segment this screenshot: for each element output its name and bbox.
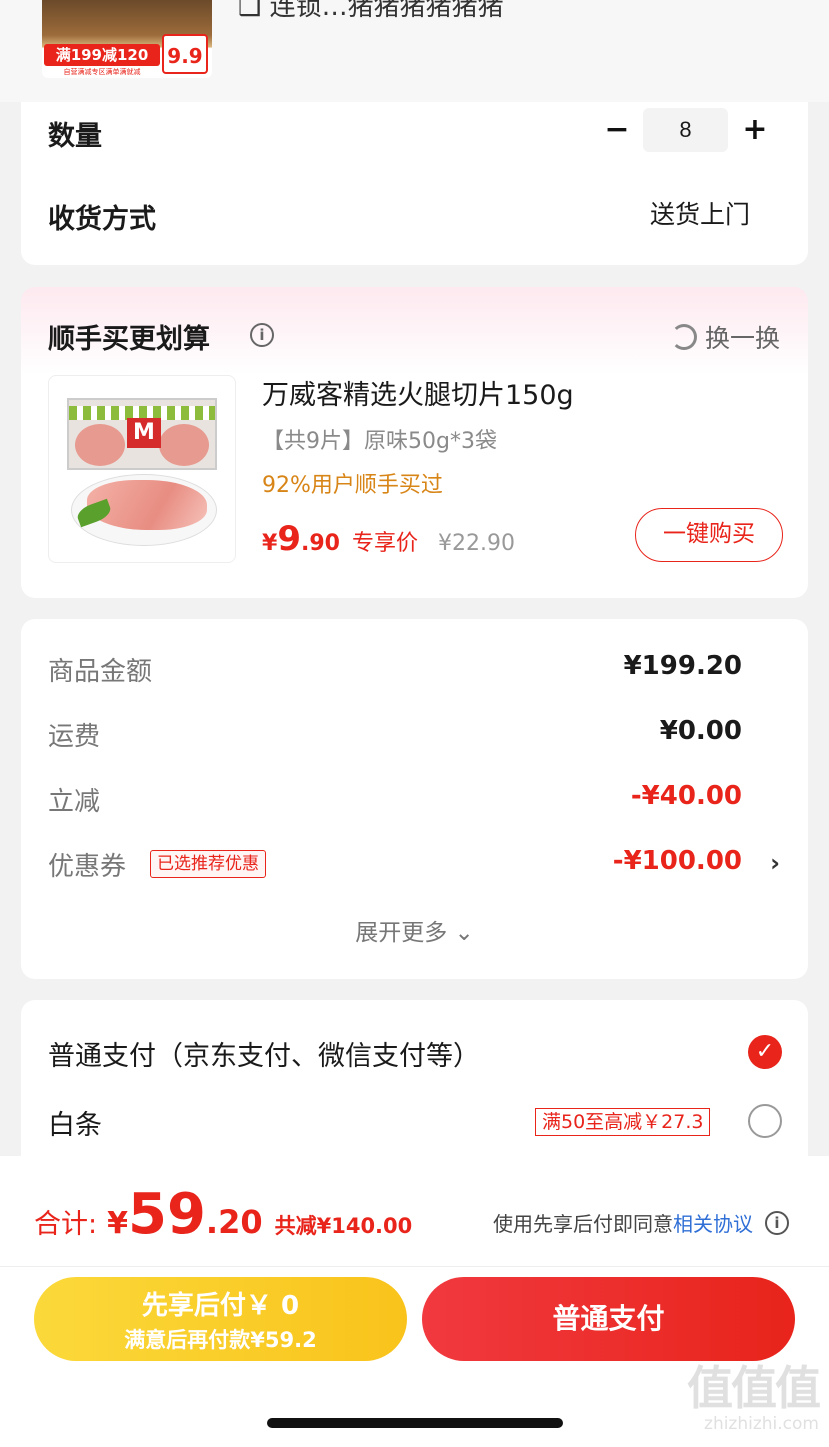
top-product-strip: 满199减120 自营满减专区满单满就减 9.9 ❑ 连锁…猪猪猪猪猪猪 — [0, 0, 829, 102]
agreement-note: 使用先享后付即同意 相关协议 i — [493, 1208, 789, 1237]
standard-payment-label[interactable]: 普通支付（京东支付、微信支付等） — [48, 1034, 480, 1073]
info-icon[interactable]: i — [765, 1210, 789, 1235]
promo-badge: 满199减120 — [44, 44, 160, 66]
agreement-text: 使用先享后付即同意 — [493, 1212, 673, 1236]
quantity-label: 数量 — [48, 121, 102, 152]
order-total: 合计: ¥ 59 .20 共减¥140.00 — [34, 1182, 412, 1247]
home-indicator[interactable] — [267, 1418, 563, 1428]
subtotal-label: 商品金额 — [48, 657, 153, 687]
standard-pay-button[interactable]: 普通支付 — [422, 1277, 795, 1361]
upsell-product-image[interactable]: M — [48, 375, 236, 563]
original-price: ¥22.90 — [437, 531, 515, 556]
total-symbol: ¥ — [107, 1206, 128, 1241]
divider — [0, 1266, 829, 1267]
chevron-right-icon[interactable]: › — [770, 849, 780, 877]
price-tag: 9.9 — [162, 34, 208, 74]
coupon-value[interactable]: -¥100.00 — [613, 846, 742, 876]
upsell-price: ¥ 9 .90 专享价 ¥22.90 — [262, 519, 515, 559]
total-integer: 59 — [127, 1182, 206, 1247]
pay-later-button[interactable]: 先享后付￥ 0 满意后再付款¥59.2 — [34, 1277, 407, 1361]
expand-more-button[interactable]: 展开更多 ⌄ — [21, 913, 808, 947]
upsell-buyers-note: 92%用户顺手买过 — [262, 473, 443, 498]
swap-button[interactable]: 换一换 — [670, 319, 780, 355]
price-label: 专享价 — [351, 531, 418, 556]
total-decimal: .20 — [205, 1203, 263, 1241]
coupon-tag: 已选推荐优惠 — [150, 850, 266, 878]
pay-later-line2: 满意后再付款¥59.2 — [124, 1328, 317, 1352]
shipping-value: ¥0.00 — [659, 716, 742, 746]
discount-label: 立减 — [48, 787, 101, 817]
shipping-label: 运费 — [48, 722, 101, 752]
price-decimal: .90 — [300, 531, 340, 556]
checkout-bar: 合计: ¥ 59 .20 共减¥140.00 使用先享后付即同意 相关协议 i … — [0, 1156, 829, 1447]
upsell-product-name[interactable]: 万威客精选火腿切片150g — [262, 373, 574, 412]
ham-package-graphic: M — [67, 398, 217, 470]
baitiao-radio[interactable] — [748, 1104, 782, 1138]
upsell-product-spec: 【共9片】原味50g*3袋 — [262, 429, 497, 454]
baitiao-promo-tag: 满50至高减￥27.3 — [535, 1108, 711, 1136]
watermark-chars: 值值值 — [687, 1361, 821, 1415]
baitiao-label[interactable]: 白条 — [48, 1103, 102, 1142]
swap-label: 换一换 — [704, 324, 780, 353]
refresh-icon — [670, 324, 697, 350]
promo-subtext: 自营满减专区满单满就减 — [63, 68, 141, 76]
top-product-title: ❑ 连锁…猪猪猪猪猪猪 — [238, 0, 504, 22]
order-options-card: 数量 − + 收货方式 送货上门 — [21, 102, 808, 265]
agreement-link[interactable]: 相关协议 — [673, 1208, 753, 1237]
total-label: 合计: — [34, 1209, 98, 1240]
price-summary-card: 商品金额 ¥199.20 运费 ¥0.00 立减 -¥40.00 优惠券 已选推… — [21, 619, 808, 979]
upsell-title: 顺手买更划算 — [48, 324, 210, 355]
top-product-image[interactable]: 满199减120 自营满减专区满单满就减 9.9 — [42, 0, 212, 78]
quantity-plus-button[interactable]: + — [737, 112, 773, 148]
subtotal-value: ¥199.20 — [623, 651, 742, 681]
pay-later-line1: 先享后付￥ 0 — [141, 1291, 300, 1321]
delivery-label: 收货方式 — [48, 204, 156, 235]
watermark: 值值值 zhizhizhi.com — [669, 1361, 821, 1442]
one-click-buy-button[interactable]: 一键购买 — [635, 508, 783, 562]
price-integer: 9 — [277, 519, 301, 559]
quantity-input[interactable] — [643, 108, 728, 152]
watermark-url: zhizhizhi.com — [704, 1414, 819, 1434]
price-symbol: ¥ — [262, 531, 278, 556]
checkmark-icon[interactable]: ✓ — [748, 1035, 782, 1069]
total-saved: 共减¥140.00 — [274, 1214, 413, 1238]
delivery-method-value[interactable]: 送货上门 — [650, 195, 750, 231]
coupon-label: 优惠券 — [48, 852, 127, 882]
info-icon[interactable]: i — [250, 323, 274, 347]
upsell-card: 顺手买更划算 i 换一换 M 万威客精选火腿切片150g 【共9片】原味50g*… — [21, 287, 808, 598]
quantity-minus-button[interactable]: − — [599, 112, 635, 148]
discount-value: -¥40.00 — [630, 781, 742, 811]
